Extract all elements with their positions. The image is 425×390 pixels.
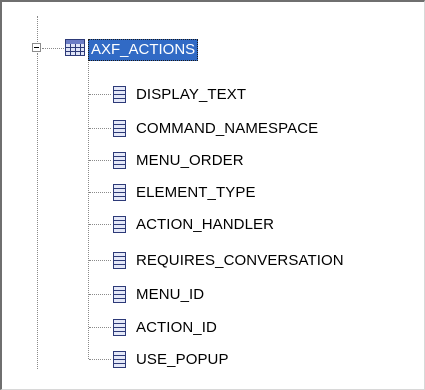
tree-node-column[interactable]: ACTION_HANDLER (113, 213, 274, 235)
tree-line-child (89, 294, 111, 295)
tree-node-column[interactable]: COMMAND_NAMESPACE (113, 117, 318, 139)
tree-line-child (89, 160, 111, 161)
column-icon (113, 183, 126, 201)
column-label: DISPLAY_TEXT (136, 85, 247, 103)
column-label: MENU_ORDER (136, 151, 244, 169)
column-label: ACTION_HANDLER (136, 215, 275, 233)
column-icon (113, 215, 126, 233)
tree-line-root (42, 48, 64, 49)
tree-line-child (89, 359, 111, 360)
tree-node-column[interactable]: MENU_ID (113, 283, 204, 305)
tree-view[interactable]: AXF_ACTIONS DISPLAY_TEXT COMMAND_NAMESPA… (0, 0, 425, 390)
column-icon (113, 251, 126, 269)
column-label: COMMAND_NAMESPACE (136, 119, 319, 137)
column-icon (113, 151, 126, 169)
tree-line-child (89, 94, 111, 95)
tree-node-root-label[interactable]: AXF_ACTIONS (88, 39, 199, 61)
tree-node-column[interactable]: ELEMENT_TYPE (113, 181, 256, 203)
column-icon (113, 285, 126, 303)
tree-line-child (89, 128, 111, 129)
column-icon (113, 85, 126, 103)
tree-node-column[interactable]: REQUIRES_CONVERSATION (113, 249, 344, 271)
tree-line-child (89, 224, 111, 225)
tree-node-column[interactable]: DISPLAY_TEXT (113, 83, 246, 105)
tree-node-column[interactable]: USE_POPUP (113, 348, 229, 370)
tree-line-child (89, 327, 111, 328)
column-label: MENU_ID (136, 285, 205, 303)
column-icon (113, 119, 126, 137)
column-label: ELEMENT_TYPE (136, 183, 256, 201)
collapse-toggle[interactable] (32, 43, 41, 52)
tree-line-child (89, 260, 111, 261)
column-label: ACTION_ID (136, 318, 217, 336)
tree-line-outer-lower (37, 53, 38, 369)
tree-node-column[interactable]: MENU_ORDER (113, 149, 244, 171)
column-icon (113, 350, 126, 368)
tree-line-outer (37, 16, 38, 42)
table-icon (65, 39, 85, 56)
column-icon (113, 318, 126, 336)
tree-line-child (89, 192, 111, 193)
tree-line-children (88, 58, 89, 359)
column-label: USE_POPUP (136, 350, 229, 368)
tree-node-column[interactable]: ACTION_ID (113, 316, 217, 338)
minus-icon (34, 47, 39, 48)
column-label: REQUIRES_CONVERSATION (136, 251, 344, 269)
